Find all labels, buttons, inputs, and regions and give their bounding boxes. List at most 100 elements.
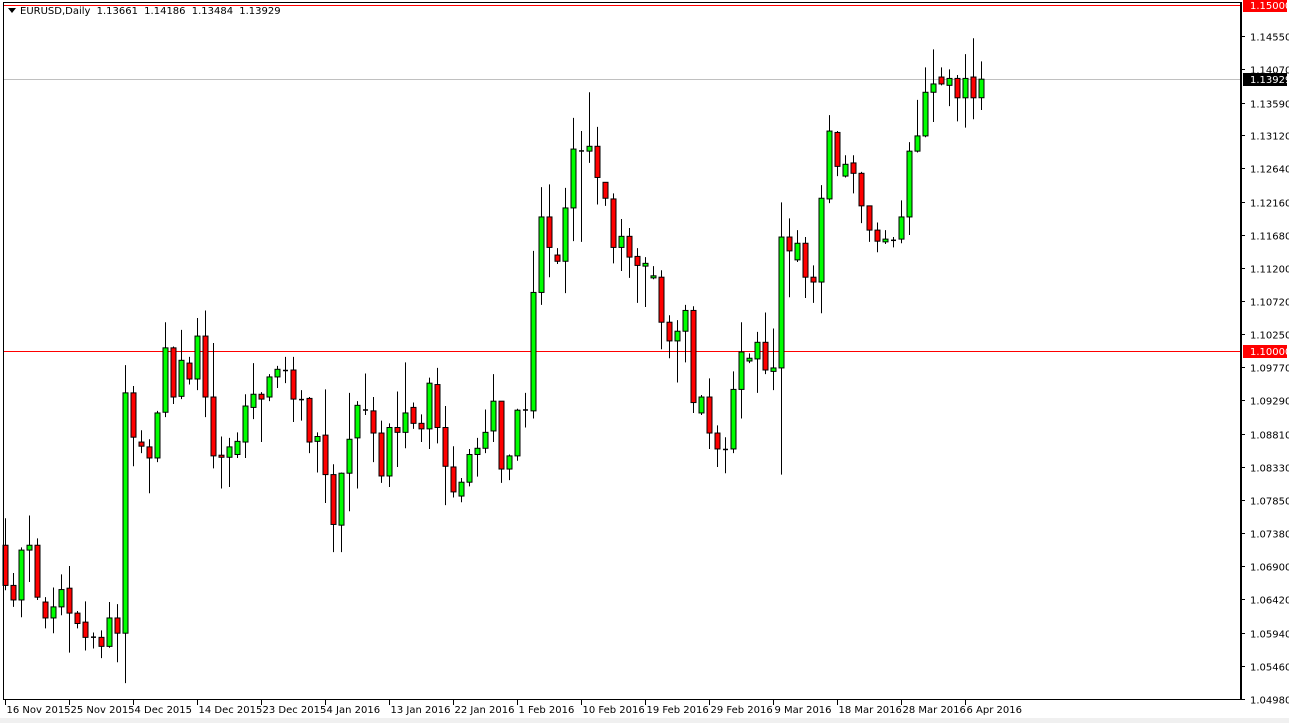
candle-body-bear [203, 336, 208, 397]
candle-body-bull [963, 78, 968, 97]
candle-body-bear [555, 255, 560, 261]
candle-body-bear [43, 602, 48, 618]
price-tick-label: 1.14550 [1250, 33, 1289, 44]
candle-body-bull [947, 78, 952, 85]
time-tick-label: 4 Jan 2016 [327, 705, 381, 716]
candle-body-bear [139, 442, 144, 446]
candle-body-bear [851, 163, 856, 173]
candle-body-bull [795, 243, 800, 260]
candle-body-bull [467, 455, 472, 483]
candle-body-bear [867, 206, 872, 230]
candle-body-bull [699, 397, 704, 413]
candle-body-bear [499, 401, 504, 469]
candle-body-bear [419, 423, 424, 429]
chart-background [0, 0, 1289, 723]
candle-body-bear [659, 277, 664, 322]
time-tick-label: 14 Dec 2015 [199, 705, 263, 716]
candle-body-bear [75, 613, 80, 623]
candle-body-bear [971, 77, 976, 98]
dropdown-triangle-icon[interactable] [8, 8, 16, 13]
candle-body-bull [155, 413, 160, 458]
price-tick-label: 1.12160 [1250, 199, 1289, 210]
candle-body-bull [251, 394, 256, 407]
time-tick-label: 25 Nov 2015 [71, 705, 135, 716]
candle-body-bull [779, 237, 784, 368]
candle-body-bull [979, 79, 984, 98]
price-tick-label: 1.05460 [1250, 663, 1289, 674]
candle-body-bear [715, 433, 720, 449]
candle-body-bull [59, 590, 64, 607]
candle-body-bull [771, 368, 776, 371]
bottom-strip [0, 718, 1289, 723]
candle-body-bull [347, 439, 352, 473]
candle-body-bear [211, 397, 216, 456]
candle-body-bull [643, 263, 648, 266]
candle-body-bear [115, 618, 120, 633]
candle-body-bull [483, 432, 488, 448]
candle-body-bear [395, 427, 400, 432]
symbol-label: EURUSD,Daily [20, 6, 90, 17]
candle [467, 449, 472, 486]
price-tick-label: 1.13120 [1250, 132, 1289, 143]
time-tick-label: 13 Jan 2016 [391, 705, 451, 716]
candle-body-bull [339, 473, 344, 525]
candle-body-bear [835, 132, 840, 166]
candle-body-bull [243, 406, 248, 442]
candle-body-bull [587, 146, 592, 151]
candle-body-bull [267, 377, 272, 397]
candle-body-bull [459, 482, 464, 496]
time-tick-label: 9 Mar 2016 [775, 705, 832, 716]
candle-body-bull [507, 456, 512, 469]
candle-body-bull [107, 618, 112, 646]
chart-header: EURUSD,Daily 1.13661 1.14186 1.13484 1.1… [8, 6, 284, 17]
candle-body-bull [843, 164, 848, 176]
candle-body-bull [387, 427, 392, 475]
candle-body-bull [619, 236, 624, 247]
candle-body-bull [883, 239, 888, 242]
candle-body-bull [235, 441, 240, 454]
price-tick-label: 1.11200 [1250, 265, 1289, 276]
candle-body-bull [539, 217, 544, 292]
candle-body-bear [635, 256, 640, 265]
candle-body-bull [923, 92, 928, 136]
candle-body-bear [35, 545, 40, 597]
candle-body-bull [907, 151, 912, 217]
candlestick-chart[interactable]: 1.145501.140701.135901.131201.126401.121… [0, 0, 1289, 723]
candle-body-bear [691, 310, 696, 402]
candle [515, 409, 520, 461]
candle [155, 411, 160, 462]
candle-body-bull [195, 336, 200, 379]
time-tick-label: 4 Dec 2015 [135, 705, 193, 716]
candle-body-bear [147, 447, 152, 458]
candle-body-bull [515, 410, 520, 456]
price-tick-label: 1.05940 [1250, 630, 1289, 641]
candle-body-bull [355, 405, 360, 438]
high-price: 1.14186 [144, 6, 185, 17]
time-tick-label: 16 Nov 2015 [7, 705, 71, 716]
price-tick-label: 1.13590 [1250, 100, 1289, 111]
price-tick-label: 1.08810 [1250, 431, 1289, 442]
candle-body-bear [331, 475, 336, 525]
candle-body-bull [915, 136, 920, 151]
candle-body-bear [787, 237, 792, 251]
candle-body-bear [611, 199, 616, 247]
candle-body-bear [627, 236, 632, 257]
candle-body-bear [411, 407, 416, 423]
price-tick-label: 1.09770 [1250, 364, 1289, 375]
candle-body-bear [99, 637, 104, 646]
candle-body-bear [83, 622, 88, 637]
level-price-label: 1.15000 [1250, 1, 1289, 12]
time-tick-label: 10 Feb 2016 [583, 705, 645, 716]
candle [171, 346, 176, 403]
candle-body-bull [931, 84, 936, 92]
level-price-label: 1.10000 [1250, 347, 1289, 358]
time-tick-label: 22 Jan 2016 [455, 705, 515, 716]
time-tick-label: 23 Dec 2015 [263, 705, 327, 716]
candle-body-bull [19, 550, 24, 600]
price-tick-label: 1.11680 [1250, 232, 1289, 243]
candle-body-bull [275, 369, 280, 377]
candle-body-bull [747, 358, 752, 361]
candle-body-bull [315, 436, 320, 441]
time-tick-label: 18 Mar 2016 [839, 705, 902, 716]
price-tick-label: 1.07380 [1250, 530, 1289, 541]
